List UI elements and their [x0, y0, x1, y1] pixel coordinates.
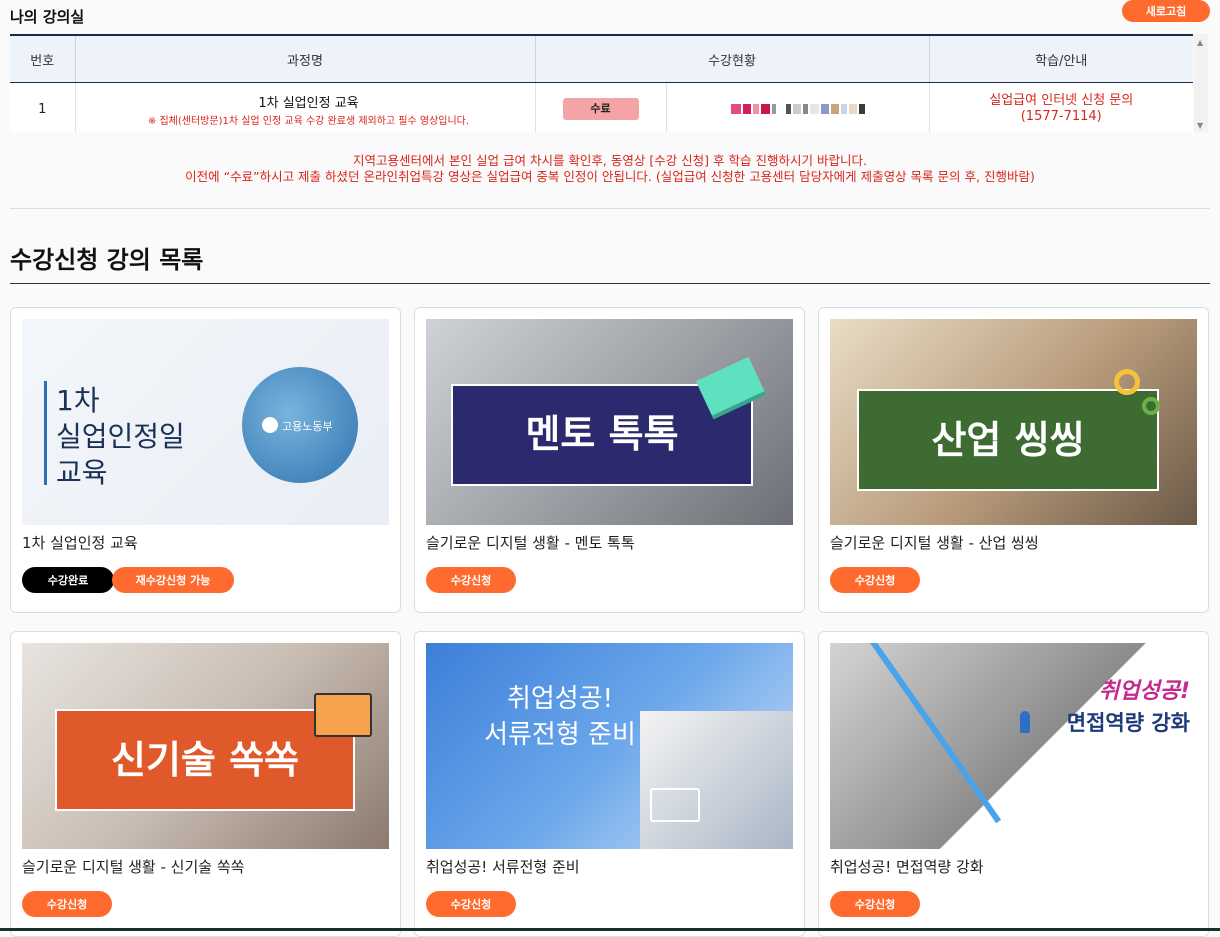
table-scrollbar[interactable]: ▲ ▼: [1194, 34, 1208, 132]
enroll-button[interactable]: 수강신청: [22, 891, 112, 917]
gear-small-icon: [1142, 397, 1160, 415]
column-header-no: 번호: [10, 34, 76, 83]
course-name-cell: 1차 실업인정 교육 ※ 집체(센터방문)1차 실업 인정 교육 수강 완료생 …: [75, 82, 536, 132]
course-table: 번호 과정명 수강현황 학습/안내 1 1차 실업인정 교육 ※ 집체(센터방문…: [10, 34, 1193, 132]
column-header-status: 수강현황: [535, 34, 930, 83]
ministry-logo: 고용노동부: [242, 367, 358, 483]
course-table-container: 번호 과정명 수강현황 학습/안내 1 1차 실업인정 교육 ※ 집체(센터방문…: [10, 34, 1208, 132]
folder-icon: [314, 693, 372, 737]
course-thumbnail-2[interactable]: 멘토 톡톡: [426, 319, 793, 525]
card-title-5[interactable]: 취업성공! 서류전형 준비: [426, 856, 580, 877]
table-row: 1 1차 실업인정 교육 ※ 집체(센터방문)1차 실업 인정 교육 수강 완료…: [10, 82, 1193, 132]
scroll-up-icon[interactable]: ▲: [1197, 38, 1203, 47]
table-header-row: 번호 과정명 수강현황 학습/안내: [10, 34, 1193, 83]
thumb-photo-5: [640, 711, 793, 849]
id-card-icon: [650, 788, 700, 822]
enroll-button[interactable]: 수강신청: [426, 891, 516, 917]
column-header-course: 과정명: [75, 34, 536, 83]
card-buttons-6: 수강신청: [830, 891, 920, 917]
inquiry-cell: 실업급여 인터넷 신청 문의 (1577-7114): [929, 82, 1193, 132]
course-card-3[interactable]: 산업 씽씽 슬기로운 디지털 생활 - 산업 씽씽 수강신청: [818, 307, 1209, 613]
enroll-button[interactable]: 수강신청: [426, 567, 516, 593]
ministry-logo-text: 고용노동부: [282, 420, 333, 433]
course-card-5[interactable]: 취업성공! 서류전형 준비 취업성공! 서류전형 준비 수강신청: [414, 631, 805, 937]
card-title-4[interactable]: 슬기로운 디지털 생활 - 신기술 쏙쏙: [22, 856, 244, 877]
inquiry-line1: 실업급여 인터넷 신청 문의: [989, 93, 1134, 108]
divider: [10, 208, 1210, 209]
course-card-1[interactable]: 1차 실업인정일 교육 고용노동부 1차 실업인정 교육 수강완료 재수강신청 …: [10, 307, 401, 613]
top-bar: 나의 강의실 새로고침: [10, 0, 1210, 30]
card-buttons-2: 수강신청: [426, 567, 516, 593]
course-card-4[interactable]: 신기술 쏙쏙 슬기로운 디지털 생활 - 신기술 쏙쏙 수강신청: [10, 631, 401, 937]
course-thumbnail-6[interactable]: 취업성공! 면접역량 강화: [830, 643, 1197, 849]
course-card-6[interactable]: 취업성공! 면접역량 강화 취업성공! 면접역량 강화 수강신청: [818, 631, 1209, 937]
enroll-button[interactable]: 수강신청: [830, 891, 920, 917]
person-icon: [1020, 711, 1030, 733]
thumb-title-2: 멘토 톡톡: [525, 412, 679, 456]
completed-badge: 수강완료: [22, 567, 114, 593]
refresh-button[interactable]: 새로고침: [1122, 0, 1210, 22]
thumb-title-6a: 취업성공!: [1099, 679, 1190, 704]
ministry-emblem-icon: [262, 417, 278, 433]
page-title: 나의 강의실: [10, 8, 85, 26]
course-name: 1차 실업인정 교육: [258, 95, 359, 111]
progress-cell: [666, 82, 930, 132]
card-buttons-4: 수강신청: [22, 891, 112, 917]
card-title-1[interactable]: 1차 실업인정 교육: [22, 532, 138, 553]
thumb-title-6b: 면접역량 강화: [1066, 711, 1190, 735]
card-buttons-1: 수강완료 재수강신청 가능: [22, 567, 234, 593]
gear-icon: [1114, 369, 1140, 395]
reapply-button[interactable]: 재수강신청 가능: [112, 567, 234, 593]
status-badge: 수료: [562, 98, 639, 120]
card-buttons-3: 수강신청: [830, 567, 920, 593]
card-title-2[interactable]: 슬기로운 디지털 생활 - 멘토 톡톡: [426, 532, 635, 553]
section-underline: [10, 283, 1210, 284]
notice-line2: 이전에 “수료”하시고 제출 하셨던 온라인취업특강 영상은 실업급여 중복 인…: [185, 169, 1035, 184]
course-thumbnail-4[interactable]: 신기술 쏙쏙: [22, 643, 389, 849]
thumb-title-3: 산업 씽씽: [931, 418, 1085, 462]
course-card-2[interactable]: 멘토 톡톡 슬기로운 디지털 생활 - 멘토 톡톡 수강신청: [414, 307, 805, 613]
card-buttons-5: 수강신청: [426, 891, 516, 917]
course-thumbnail-1[interactable]: 1차 실업인정일 교육 고용노동부: [22, 319, 389, 525]
notice-line1: 지역고용센터에서 본인 실업 급여 차시를 확인후, 동영상 [수강 신청] 후…: [353, 153, 867, 168]
blurred-progress: [668, 104, 928, 114]
scroll-down-icon[interactable]: ▼: [1197, 121, 1203, 130]
course-thumbnail-3[interactable]: 산업 씽씽: [830, 319, 1197, 525]
course-note: ※ 집체(센터방문)1차 실업 인정 교육 수강 완료생 제외하고 필수 영상입…: [147, 115, 470, 127]
card-title-3[interactable]: 슬기로운 디지털 생활 - 산업 씽씽: [830, 532, 1039, 553]
notice-text: 지역고용센터에서 본인 실업 급여 차시를 확인후, 동영상 [수강 신청] 후…: [0, 153, 1220, 185]
enroll-button[interactable]: 수강신청: [830, 567, 920, 593]
thumb-title-1: 1차 실업인정일 교육: [56, 384, 185, 489]
status-cell: 수료: [535, 82, 667, 132]
inquiry-phone: (1577-7114): [1020, 109, 1102, 124]
section-title: 수강신청 강의 목록: [10, 246, 204, 274]
row-number: 1: [10, 82, 76, 132]
thumb-title-4: 신기술 쏙쏙: [110, 738, 300, 782]
column-header-guide: 학습/안내: [929, 34, 1193, 83]
course-thumbnail-5[interactable]: 취업성공! 서류전형 준비: [426, 643, 793, 849]
inquiry-link[interactable]: 실업급여 인터넷 신청 문의 (1577-7114): [931, 93, 1193, 125]
thumb-title-5: 취업성공! 서류전형 준비: [484, 684, 636, 750]
card-title-6[interactable]: 취업성공! 면접역량 강화: [830, 856, 984, 877]
